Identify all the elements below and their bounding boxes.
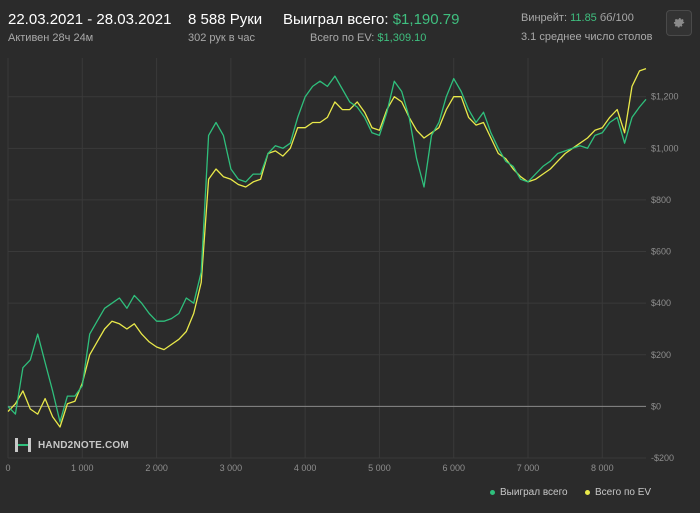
y-tick-label: $1,000: [651, 143, 679, 153]
y-tick-label: $1,200: [651, 92, 679, 102]
x-tick-label: 2 000: [145, 463, 168, 473]
x-tick-label: 3 000: [220, 463, 243, 473]
h2n-logo-icon: [15, 438, 31, 452]
y-tick-label: -$200: [651, 453, 674, 463]
legend-won[interactable]: Выиграл всего: [490, 487, 568, 498]
y-tick-label: $200: [651, 350, 671, 360]
x-tick-label: 1 000: [71, 463, 94, 473]
y-tick-label: $800: [651, 195, 671, 205]
x-tick-label: 4 000: [294, 463, 317, 473]
x-tick-label: 8 000: [591, 463, 614, 473]
legend-won-label: Выиграл всего: [500, 487, 568, 498]
chart-series: [7, 67, 647, 428]
x-tick-label: 5 000: [368, 463, 391, 473]
series-ev-line: [7, 67, 647, 428]
legend-ev-dot: [585, 489, 590, 495]
chart-ticks: 0 1 000 2 000 3 000 4 000 5 000 6 000 7 000 8 00…: [5, 92, 678, 473]
logo-text: HAND2NOTE.COM: [38, 439, 129, 451]
legend-won-dot: [490, 489, 495, 495]
series-won-line: [7, 75, 647, 423]
y-tick-label: $400: [651, 298, 671, 308]
x-tick-label: 0: [5, 463, 10, 473]
legend-ev-label: Всего по EV: [595, 487, 652, 498]
y-tick-label: $0: [651, 401, 661, 411]
y-tick-label: $600: [651, 247, 671, 257]
x-tick-label: 7 000: [517, 463, 540, 473]
x-tick-label: 6 000: [442, 463, 465, 473]
legend-ev[interactable]: Всего по EV: [585, 487, 651, 498]
hand2note-logo: HAND2NOTE.COM: [14, 436, 129, 454]
